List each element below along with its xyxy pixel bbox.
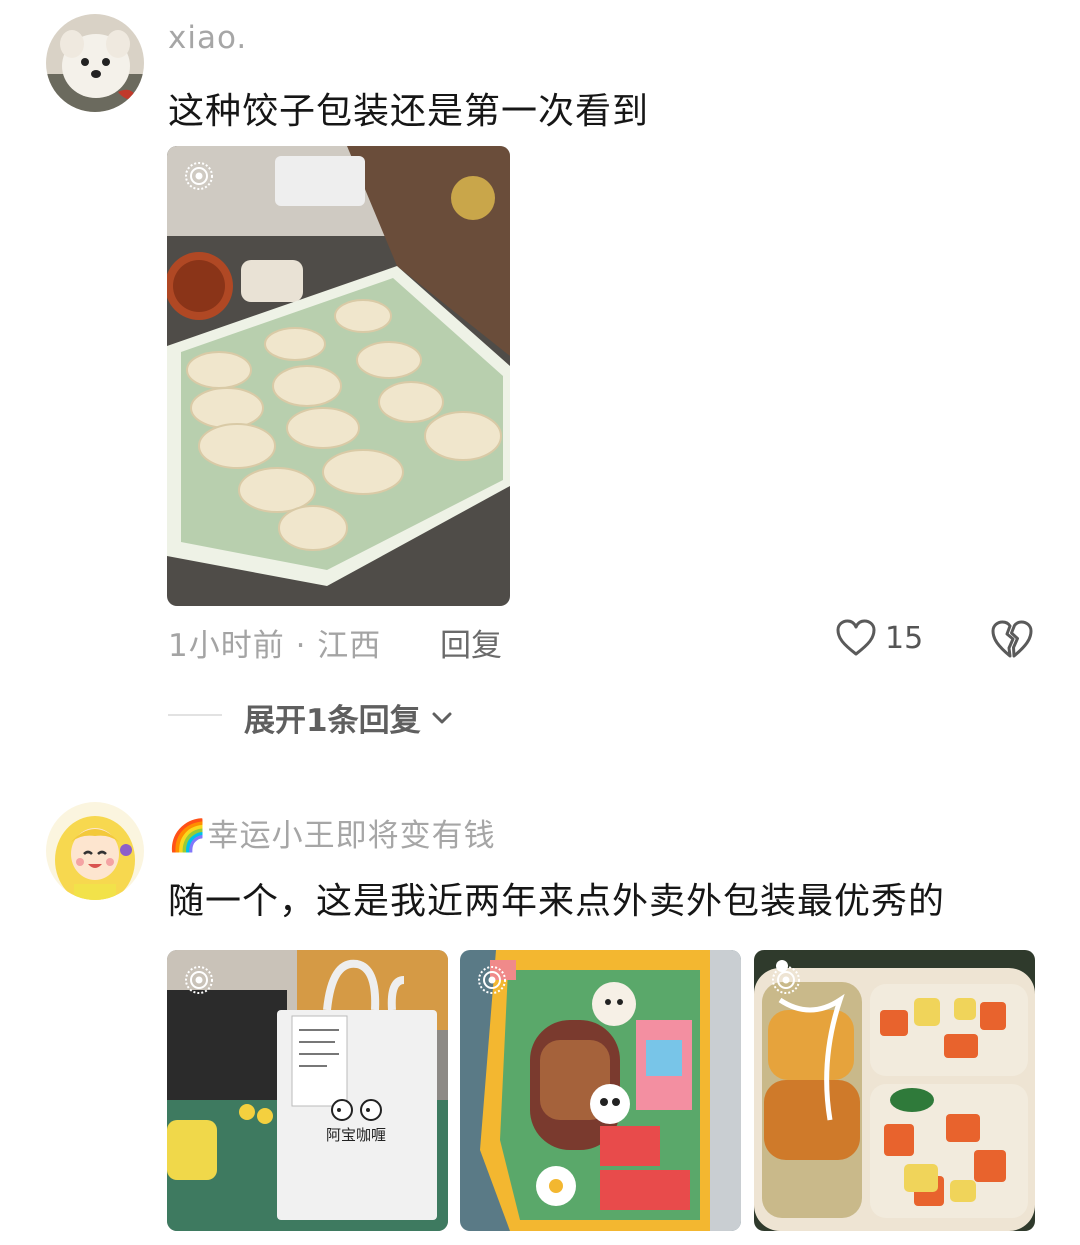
expand-replies-label: 展开1条回复 [244,703,421,739]
dislike-button[interactable] [990,618,1034,664]
comment-photo-box[interactable] [460,950,741,1231]
chevron-down-icon [432,712,452,723]
live-photo-icon [185,162,213,190]
username-text: 幸运小王即将变有钱 [207,818,496,854]
comment-username[interactable]: xiao. [168,20,247,56]
comment-photo-bag[interactable]: 阿宝咖喱 [167,950,448,1231]
comment-photo-meal[interactable] [754,950,1035,1231]
comment-text: 随一个，这是我近两年来点外卖外包装最优秀的 [168,881,946,922]
comment-photo-dumplings[interactable] [167,146,510,606]
reply-button[interactable]: 回复 [440,620,502,665]
like-button[interactable]: 15 [835,618,923,658]
avatar-dog[interactable] [46,14,144,112]
expand-divider [168,714,222,716]
broken-heart-icon [991,620,1033,658]
comment-time-location: 1小时前 · 江西 [168,628,382,664]
avatar-cartoon-girl[interactable] [46,802,144,900]
comment-text: 这种饺子包装还是第一次看到 [168,91,650,132]
like-count: 15 [885,620,924,656]
live-photo-icon [772,966,800,994]
comment-username[interactable]: 🌈幸运小王即将变有钱 [168,810,496,855]
live-photo-icon [478,966,506,994]
bag-brand-text: 阿宝咖喱 [326,1126,386,1144]
heart-icon [836,619,876,656]
rainbow-emoji: 🌈 [168,818,208,854]
expand-replies-button[interactable]: 展开1条回复 [244,695,453,740]
comment-thread: xiao. 这种饺子包装还是第一次看到 1小时前 · 江西 回复 15 展开1条… [0,0,1080,1245]
live-photo-icon [185,966,213,994]
